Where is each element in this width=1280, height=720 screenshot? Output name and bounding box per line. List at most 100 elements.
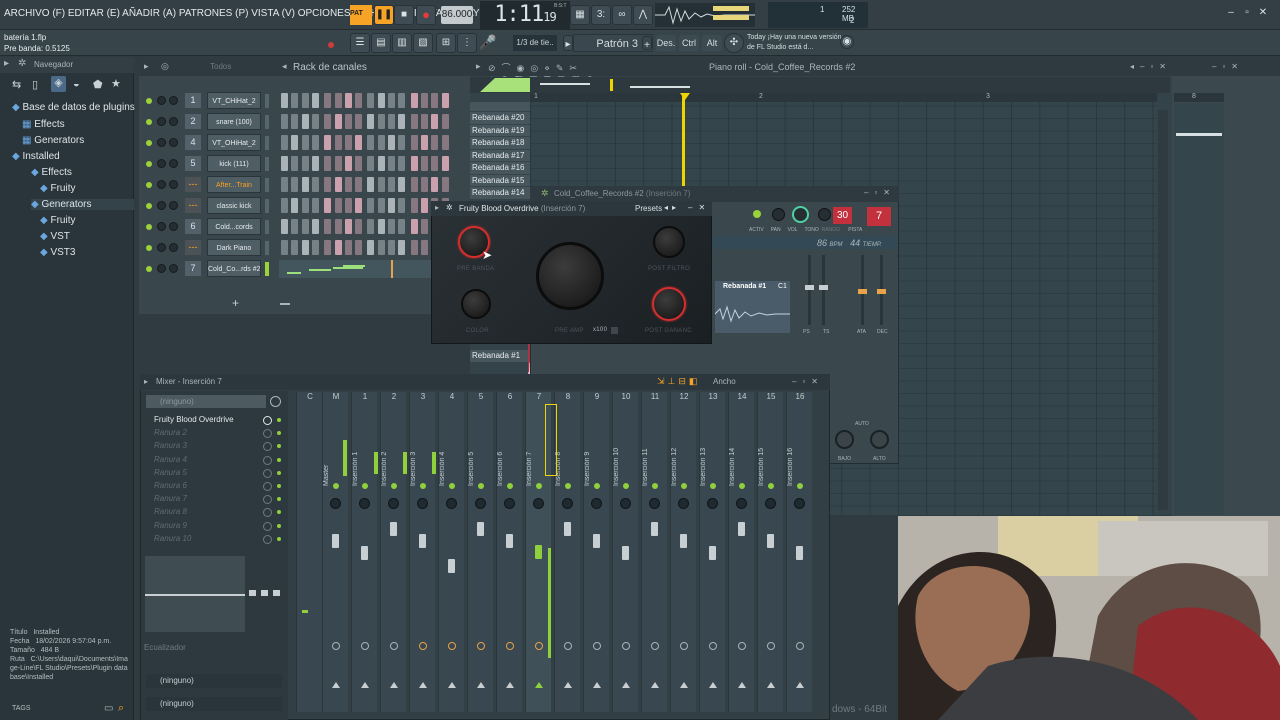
step-button[interactable] [324,198,332,213]
stop-icon[interactable]: ■ [394,5,414,25]
track-pan-knob[interactable] [533,498,544,509]
tree-generators-vst[interactable]: ◆ VST [40,231,70,242]
step-button[interactable] [311,240,319,255]
step-button[interactable] [377,240,385,255]
channel-route-number[interactable]: 4 [185,135,201,150]
track-pan-knob[interactable] [446,498,457,509]
track-route-icon[interactable] [448,682,456,688]
step-button[interactable] [431,93,439,108]
step-button[interactable] [420,240,428,255]
channel-name-button[interactable]: Dark Piano [207,239,261,256]
channel-select-indicator[interactable] [265,115,269,129]
step-button[interactable] [344,135,352,150]
track-volume-fader[interactable] [332,534,339,548]
track-value[interactable]: 7 [867,207,891,226]
plugin-picker-icon[interactable]: ⋮ [457,33,477,53]
color-knob[interactable] [461,289,491,319]
step-button[interactable] [388,93,395,108]
track-mute-led[interactable] [391,483,397,489]
step-button[interactable] [291,114,299,129]
channel-route-number[interactable]: 2 [185,114,201,129]
step-button[interactable] [324,135,332,150]
tags-label[interactable]: TAGS [12,705,31,712]
step-button[interactable] [441,177,449,192]
step-button[interactable] [398,156,406,171]
step-button[interactable] [291,156,299,171]
step-button[interactable] [344,156,352,171]
channel-row[interactable]: --- classic kick [141,196,471,216]
step-button[interactable] [441,135,449,150]
mixer-track[interactable]: 8 Inserción 8 [554,392,580,712]
step-button[interactable] [420,219,428,234]
step-button[interactable] [324,177,332,192]
track-pan-knob[interactable] [475,498,486,509]
track-route-icon[interactable] [651,682,659,688]
track-route-icon[interactable] [738,682,746,688]
browser-plugin-icon[interactable]: ◈ [51,76,66,92]
minimize-icon[interactable]: – [1224,7,1238,21]
step-button[interactable] [324,156,332,171]
mixer-tools-icon[interactable]: ⇲⊥⊟◧ [657,376,700,387]
track-fx-switch[interactable] [680,642,688,650]
slice-key[interactable]: Rebanada #14 [470,187,530,200]
step-button[interactable] [281,93,288,108]
effect-slot[interactable]: Ranura 10 [146,533,264,545]
channel-name-button[interactable]: VT_CHiHat_2 [207,92,261,109]
slice-key[interactable]: Rebanada #15 [470,174,530,187]
track-fx-switch[interactable] [651,642,659,650]
tree-installed-generators[interactable]: ◆ Generators [31,199,134,210]
mixer-track[interactable]: 3 Inserción 3 [409,392,436,712]
step-button[interactable] [311,198,319,213]
step-button[interactable] [388,240,395,255]
track-mute-led[interactable] [420,483,426,489]
step-button[interactable] [410,114,418,129]
track-pan-knob[interactable] [765,498,776,509]
step-button[interactable] [398,219,406,234]
effect-slot[interactable]: Fruity Blood Overdrive [146,414,264,426]
step-button[interactable] [301,156,309,171]
channel-pan-knob[interactable] [157,222,166,231]
step-button[interactable] [291,198,299,213]
globe-icon[interactable]: ◉ [840,35,854,49]
tree-effects-fruity[interactable]: ◆ Fruity [40,183,75,194]
input-selector[interactable]: (ninguno) [146,395,266,408]
step-button[interactable] [291,93,299,108]
high-knob[interactable] [870,430,889,449]
track-mute-led[interactable] [507,483,513,489]
step-button[interactable] [410,240,418,255]
step-button[interactable] [420,177,428,192]
mixer-track[interactable]: 10 Inserción 10 [612,392,638,712]
step-button[interactable] [441,93,449,108]
eq-mid-slider[interactable] [261,590,268,596]
channel-volume-knob[interactable] [169,180,178,189]
channel-route-number[interactable]: 5 [185,156,201,171]
step-button[interactable] [324,114,332,129]
channel-row[interactable]: 6 Cold...cords [141,217,471,237]
step-button[interactable] [420,156,428,171]
channel-pan-knob[interactable] [157,159,166,168]
step-button[interactable] [377,135,385,150]
step-button[interactable] [355,198,363,213]
step-button[interactable] [334,156,342,171]
step-button[interactable] [291,219,299,234]
channel-select-indicator[interactable] [265,262,269,276]
step-button[interactable] [355,156,363,171]
track-mute-led[interactable] [710,483,716,489]
channel-name-button[interactable]: After...Train [207,176,261,193]
track-mute-led[interactable] [797,483,803,489]
channel-volume-knob[interactable] [169,222,178,231]
range-value[interactable]: 30 [833,207,852,224]
channel-name-button[interactable]: Cold_Co...rds #2 [207,260,261,277]
step-button[interactable] [324,240,332,255]
step-button[interactable] [377,219,385,234]
step-button[interactable] [431,135,439,150]
track-route-icon[interactable] [796,682,804,688]
low-knob[interactable] [835,430,854,449]
effect-slot[interactable]: Ranura 8 [146,506,264,518]
gear-icon[interactable]: ✲ [541,188,549,199]
step-button[interactable] [377,198,385,213]
step-button[interactable] [291,240,299,255]
metronome-icon[interactable]: ▦ [570,5,590,25]
pattern-arrow-icon[interactable]: ▸ [563,35,573,51]
slot-mix-knob[interactable] [263,534,272,544]
